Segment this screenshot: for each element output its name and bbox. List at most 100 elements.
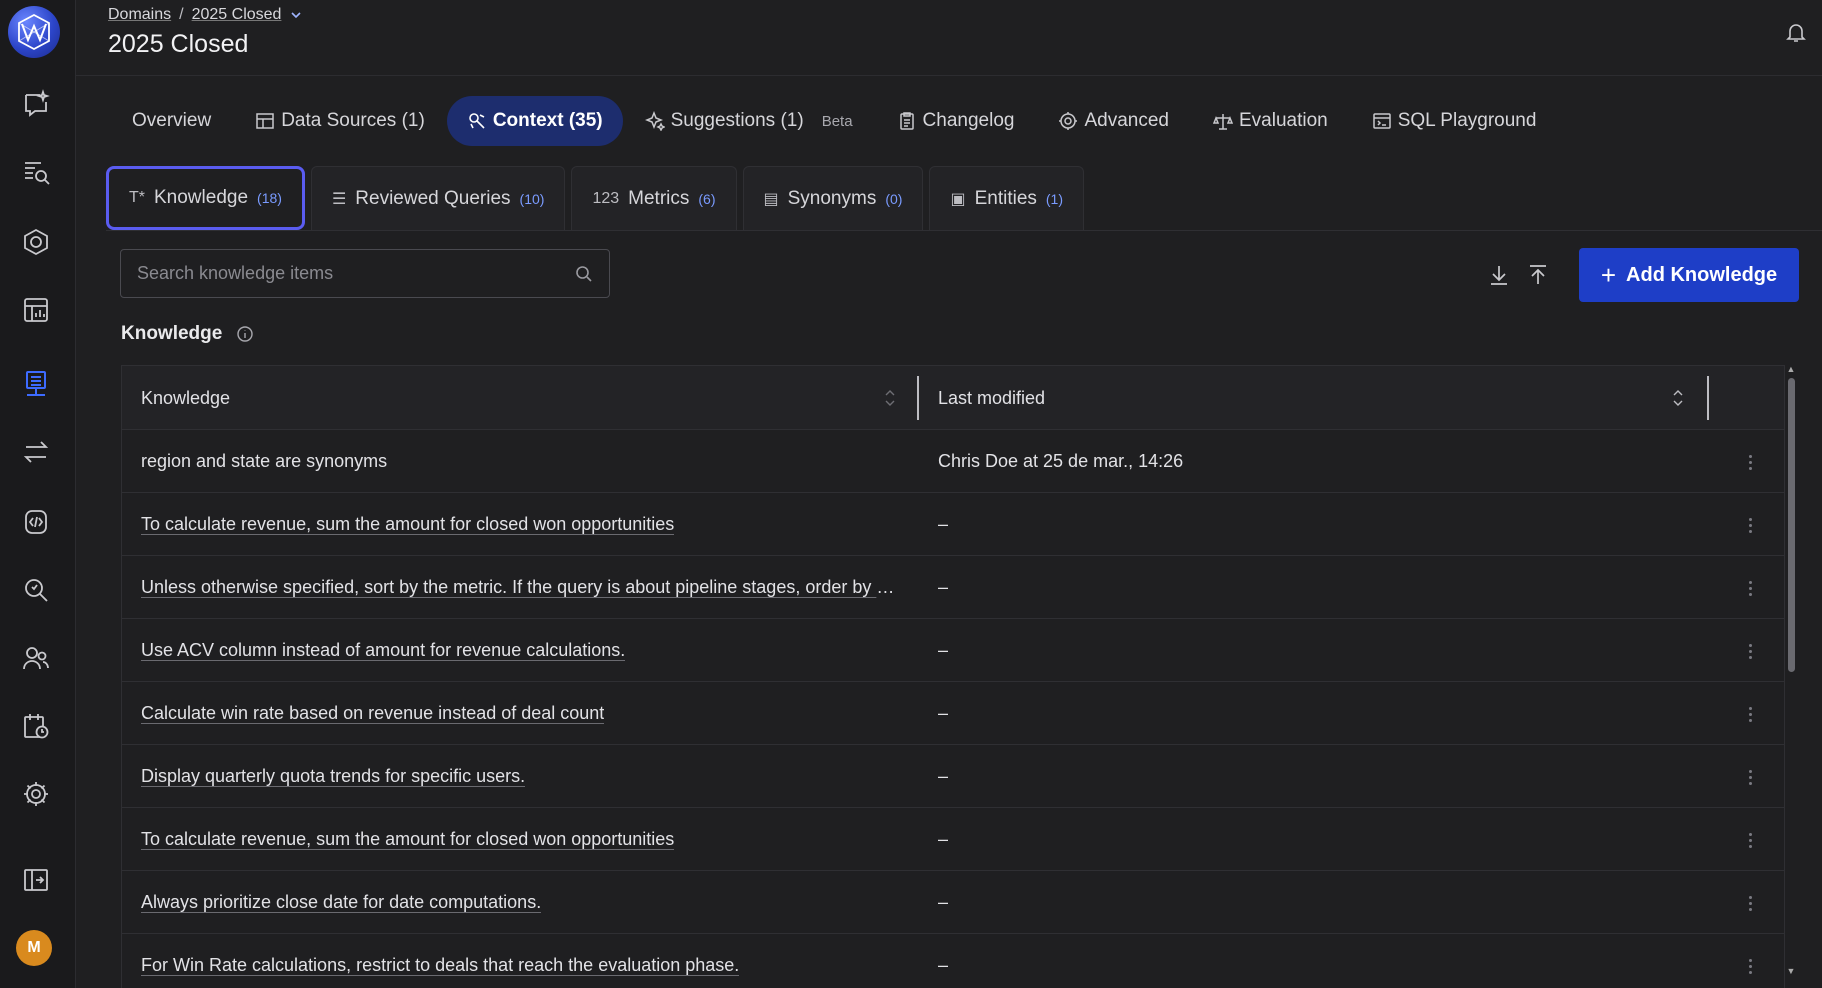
- column-divider[interactable]: [1707, 376, 1709, 420]
- column-divider[interactable]: [917, 376, 919, 420]
- row-menu-icon[interactable]: [1742, 954, 1758, 978]
- scroll-down-icon[interactable]: ▼: [1785, 966, 1797, 976]
- app-logo[interactable]: [8, 6, 60, 58]
- row-menu-icon[interactable]: [1742, 765, 1758, 789]
- subtab-count: (1): [1045, 190, 1064, 207]
- knowledge-cell[interactable]: Calculate win rate based on revenue inst…: [141, 682, 604, 745]
- collapse-sidebar-icon[interactable]: [16, 860, 56, 900]
- sort-icon[interactable]: [883, 386, 897, 410]
- table-row[interactable]: To calculate revenue, sum the amount for…: [122, 493, 1784, 556]
- knowledge-text[interactable]: For Win Rate calculations, restrict to d…: [141, 955, 739, 976]
- knowledge-text[interactable]: To calculate revenue, sum the amount for…: [141, 514, 674, 535]
- tab-overview[interactable]: Overview: [110, 96, 233, 146]
- notification-bell-icon[interactable]: [1784, 20, 1808, 44]
- row-menu-icon[interactable]: [1742, 828, 1758, 852]
- tab-label: Suggestions (1): [670, 110, 804, 131]
- knowledge-text[interactable]: Calculate win rate based on revenue inst…: [141, 703, 604, 724]
- knowledge-text[interactable]: Unless otherwise specified, sort by the …: [141, 577, 901, 598]
- table-row[interactable]: Display quarterly quota trends for speci…: [122, 745, 1784, 808]
- search-list-icon[interactable]: [16, 152, 56, 192]
- subtab-knowledge[interactable]: T* Knowledge (18): [106, 166, 305, 230]
- row-menu-icon[interactable]: [1742, 702, 1758, 726]
- breadcrumb-domains-link[interactable]: Domains: [108, 6, 171, 24]
- scroll-up-icon[interactable]: ▲: [1785, 364, 1797, 374]
- domains-icon[interactable]: [16, 364, 56, 404]
- modified-cell: –: [938, 829, 949, 849]
- search-icon[interactable]: [575, 265, 593, 283]
- add-knowledge-button[interactable]: + Add Knowledge: [1579, 248, 1799, 302]
- tab-evaluation[interactable]: Evaluation: [1191, 96, 1350, 146]
- table-row[interactable]: For Win Rate calculations, restrict to d…: [122, 934, 1784, 988]
- code-icon[interactable]: [16, 502, 56, 542]
- knowledge-text[interactable]: Display quarterly quota trends for speci…: [141, 766, 525, 787]
- knowledge-text[interactable]: Use ACV column instead of amount for rev…: [141, 640, 625, 661]
- text-icon: T*: [129, 189, 145, 206]
- row-menu-icon[interactable]: [1742, 891, 1758, 915]
- avatar[interactable]: M: [16, 930, 52, 966]
- tab-data-sources[interactable]: Data Sources (1): [233, 96, 447, 146]
- chevron-down-icon[interactable]: [289, 8, 303, 22]
- knowledge-cell[interactable]: region and state are synonyms: [141, 430, 387, 493]
- row-menu-icon[interactable]: [1742, 450, 1758, 474]
- sql-icon: [1372, 113, 1391, 129]
- subtab-reviewed-queries[interactable]: ☰ Reviewed Queries (10): [310, 166, 566, 230]
- table-header: Knowledge Last modified: [122, 366, 1784, 430]
- info-icon[interactable]: [236, 325, 254, 343]
- tab-label: Evaluation: [1238, 110, 1328, 131]
- table-row[interactable]: Use ACV column instead of amount for rev…: [122, 619, 1784, 682]
- knowledge-cell[interactable]: For Win Rate calculations, restrict to d…: [141, 934, 739, 988]
- subtab-metrics[interactable]: 123 Metrics (6): [571, 166, 737, 230]
- column-header-knowledge[interactable]: Knowledge: [141, 366, 230, 430]
- modified-cell: Chris Doe at 25 de mar., 14:26: [938, 451, 1184, 471]
- table-row[interactable]: To calculate revenue, sum the amount for…: [122, 808, 1784, 871]
- knowledge-cell[interactable]: To calculate revenue, sum the amount for…: [141, 493, 674, 556]
- knowledge-cell[interactable]: Use ACV column instead of amount for rev…: [141, 619, 625, 682]
- table-scrollbar[interactable]: ▲ ▼: [1785, 364, 1797, 976]
- row-menu-icon[interactable]: [1742, 513, 1758, 537]
- settings-icon[interactable]: [16, 774, 56, 814]
- breadcrumb-current-dropdown[interactable]: 2025 Closed: [192, 6, 282, 24]
- knowledge-text[interactable]: Always prioritize close date for date co…: [141, 892, 541, 913]
- upload-icon[interactable]: [1524, 261, 1552, 289]
- knowledge-text[interactable]: region and state are synonyms: [141, 451, 387, 472]
- subtab-count: (6): [698, 190, 716, 207]
- knowledge-cell[interactable]: Display quarterly quota trends for speci…: [141, 745, 525, 808]
- subtab-entities[interactable]: ▣ Entities (1): [929, 166, 1085, 230]
- row-menu-icon[interactable]: [1742, 639, 1758, 663]
- sort-icon[interactable]: [1671, 386, 1685, 410]
- hexagon-network-icon[interactable]: [16, 222, 56, 262]
- synonyms-icon: ▤: [763, 190, 779, 208]
- tab-context[interactable]: Context (35): [446, 96, 623, 146]
- row-menu-icon[interactable]: [1742, 576, 1758, 600]
- knowledge-cell[interactable]: To calculate revenue, sum the amount for…: [141, 808, 674, 871]
- table-row[interactable]: Always prioritize close date for date co…: [122, 871, 1784, 934]
- tab-sql-playground[interactable]: SQL Playground: [1350, 96, 1559, 146]
- context-sub-tabs: T* Knowledge (18) ☰ Reviewed Queries (10…: [106, 166, 1085, 230]
- inspect-icon[interactable]: [16, 570, 56, 610]
- scroll-thumb[interactable]: [1788, 378, 1795, 672]
- subtab-synonyms[interactable]: ▤ Synonyms (0): [742, 166, 924, 230]
- knowledge-cell[interactable]: Unless otherwise specified, sort by the …: [141, 556, 901, 619]
- subtab-label: Entities: [974, 187, 1037, 209]
- table-row[interactable]: Calculate win rate based on revenue inst…: [122, 682, 1784, 745]
- chat-icon[interactable]: [16, 84, 56, 124]
- download-icon[interactable]: [1485, 261, 1513, 289]
- table-row[interactable]: Unless otherwise specified, sort by the …: [122, 556, 1784, 619]
- tab-changelog[interactable]: Changelog: [875, 96, 1037, 146]
- users-icon[interactable]: [16, 638, 56, 678]
- knowledge-cell[interactable]: Always prioritize close date for date co…: [141, 871, 541, 934]
- knowledge-text[interactable]: To calculate revenue, sum the amount for…: [141, 829, 674, 850]
- tab-advanced[interactable]: Advanced: [1036, 96, 1191, 146]
- tab-label: Data Sources (1): [281, 110, 425, 131]
- search-input[interactable]: [137, 263, 575, 284]
- tab-suggestions[interactable]: Suggestions (1) Beta: [623, 96, 875, 146]
- knowledge-panel: + Add Knowledge Knowledge Knowledge Last…: [106, 230, 1822, 988]
- column-header-last-modified[interactable]: Last modified: [938, 366, 1045, 430]
- table-body: region and state are synonyms Chris Doe …: [122, 430, 1784, 988]
- modified-cell: –: [938, 514, 949, 534]
- subtab-label: Knowledge: [154, 187, 249, 208]
- transfer-icon[interactable]: [16, 432, 56, 472]
- schedule-icon[interactable]: [16, 706, 56, 746]
- dashboard-icon[interactable]: [16, 290, 56, 330]
- table-row[interactable]: region and state are synonyms Chris Doe …: [122, 430, 1784, 493]
